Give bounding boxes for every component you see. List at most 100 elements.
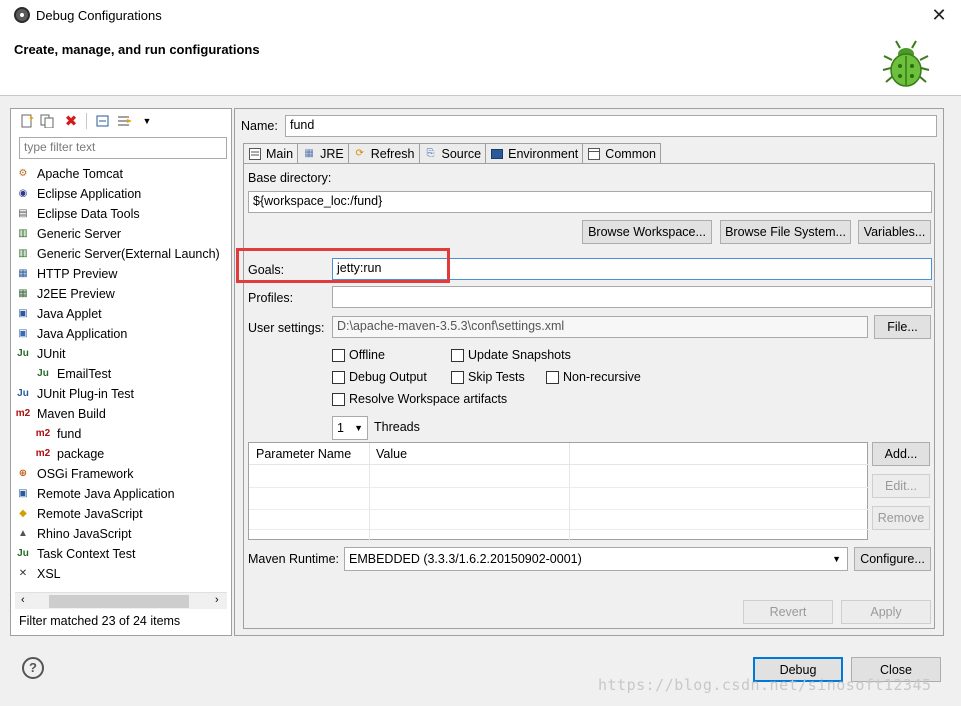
duplicate-icon[interactable] — [39, 113, 55, 129]
offline-box[interactable] — [332, 348, 345, 362]
offline-label: Offline — [349, 348, 385, 362]
watermark: https://blog.csdn.net/sinosoft12345 — [598, 676, 932, 694]
horizontal-scrollbar[interactable]: ‹ › — [15, 592, 227, 609]
tomcat-icon: ⚙ — [18, 168, 28, 179]
tab-environment[interactable]: Environment — [485, 143, 584, 163]
osgi-icon: ⊕ — [18, 468, 28, 479]
tree-item[interactable]: Ju Task Context Test — [15, 544, 229, 564]
debug-output-box[interactable] — [332, 370, 345, 384]
maven-runtime-select[interactable]: EMBEDDED (3.3.3/1.6.2.20150902-0001) ▼ — [344, 547, 848, 571]
close-window-button[interactable]: ✕ — [928, 4, 950, 26]
offline-checkbox[interactable]: Offline — [332, 348, 385, 362]
tree-item-label: OSGi Framework — [37, 467, 134, 481]
revert-button[interactable]: Revert — [743, 600, 833, 624]
tab-main[interactable]: Main — [243, 143, 299, 164]
new-config-icon[interactable]: ✦ — [19, 113, 35, 129]
jre-icon: ▦ — [304, 148, 314, 159]
threads-select[interactable]: 1 ▼ — [332, 416, 368, 440]
maven-runtime-label: Maven Runtime: — [248, 552, 340, 566]
tab-main-label: Main — [266, 147, 294, 161]
tree-item[interactable]: Ju JUnit Plug-in Test — [15, 384, 229, 404]
remove-parameter-button[interactable]: Remove — [872, 506, 930, 530]
tree-item[interactable]: ▤ Eclipse Data Tools — [15, 204, 229, 224]
common-icon — [587, 147, 601, 161]
scroll-left-icon[interactable]: ‹ — [21, 594, 25, 606]
tree-item[interactable]: ▲ Rhino JavaScript — [15, 524, 229, 544]
tree-item-label: XSL — [37, 567, 61, 581]
update-snapshots-box[interactable] — [451, 348, 464, 362]
base-directory-label: Base directory: — [248, 171, 332, 185]
tab-bar: Main ▦ JRE ⟳ Refresh ⎘ Source Environmen… — [243, 143, 662, 164]
skip-tests-checkbox[interactable]: Skip Tests — [451, 370, 525, 384]
help-icon[interactable]: ? — [22, 657, 44, 679]
browse-workspace-button[interactable]: Browse Workspace... — [582, 220, 712, 244]
file-button[interactable]: File... — [874, 315, 931, 339]
tab-source[interactable]: ⎘ Source — [418, 143, 487, 163]
non-recursive-box[interactable] — [546, 370, 559, 384]
resolve-workspace-checkbox[interactable]: Resolve Workspace artifacts — [332, 392, 507, 406]
non-recursive-checkbox[interactable]: Non-recursive — [546, 370, 641, 384]
base-directory-input[interactable]: ${workspace_loc:/fund} — [248, 191, 932, 213]
tree-item[interactable]: ▣ Java Applet — [15, 304, 229, 324]
parameter-name-header[interactable]: Parameter Name — [256, 447, 351, 461]
browse-file-system-button[interactable]: Browse File System... — [720, 220, 851, 244]
tree-item[interactable]: ▣ Java Application — [15, 324, 229, 344]
update-snapshots-checkbox[interactable]: Update Snapshots — [451, 348, 571, 362]
tree-item[interactable]: Ju EmailTest — [15, 364, 229, 384]
variables-button[interactable]: Variables... — [858, 220, 931, 244]
tree-item-label: EmailTest — [57, 367, 112, 381]
tree-item[interactable]: Ju JUnit — [15, 344, 229, 364]
profiles-label: Profiles: — [248, 291, 294, 305]
tree-item[interactable]: ▥ Generic Server(External Launch) — [15, 244, 229, 264]
configure-button[interactable]: Configure... — [854, 547, 931, 571]
tab-jre[interactable]: ▦ JRE — [297, 143, 349, 163]
name-input[interactable]: fund — [285, 115, 937, 137]
add-parameter-button[interactable]: Add... — [872, 442, 930, 466]
scroll-right-icon[interactable]: › — [215, 594, 219, 606]
tree-item[interactable]: ▦ J2EE Preview — [15, 284, 229, 304]
tree-item[interactable]: m2 Maven Build — [15, 404, 229, 424]
junit-plugin-icon: Ju — [17, 388, 29, 399]
dialog-header: Create, manage, and run configurations — [0, 32, 961, 96]
skip-tests-box[interactable] — [451, 370, 464, 384]
filter-icon[interactable] — [117, 113, 133, 129]
tree-item-label: fund — [57, 427, 82, 441]
rhino-icon: ▲ — [18, 528, 28, 539]
chevron-down-icon: ▼ — [354, 423, 363, 433]
j2ee-icon: ▦ — [18, 288, 28, 299]
tree-item[interactable]: ◉ Eclipse Application — [15, 184, 229, 204]
tab-common[interactable]: Common — [582, 143, 662, 163]
collapse-all-icon[interactable] — [95, 113, 111, 129]
user-settings-input[interactable]: D:\apache-maven-3.5.3\conf\settings.xml — [332, 316, 868, 338]
tree-item[interactable]: ▥ Generic Server — [15, 224, 229, 244]
edit-parameter-button[interactable]: Edit... — [872, 474, 930, 498]
tree-item-label: Java Applet — [37, 307, 102, 321]
threads-value: 1 — [337, 421, 344, 435]
tree-item[interactable]: ⚙ Apache Tomcat — [15, 164, 229, 184]
tree-item[interactable]: ◆ Remote JavaScript — [15, 504, 229, 524]
dropdown-arrow-icon[interactable]: ▼ — [139, 113, 155, 129]
remote-java-icon: ▣ — [18, 488, 28, 499]
tree-item[interactable]: ▦ HTTP Preview — [15, 264, 229, 284]
apply-button[interactable]: Apply — [841, 600, 931, 624]
java-app-icon: ▣ — [18, 328, 28, 339]
profiles-input[interactable] — [332, 286, 932, 308]
tab-refresh[interactable]: ⟳ Refresh — [347, 143, 420, 163]
tree-item[interactable]: ✕ XSL — [15, 564, 229, 584]
tree-item[interactable]: m2 fund — [15, 424, 229, 444]
filter-input[interactable]: type filter text — [19, 137, 227, 159]
tree-item[interactable]: ⊕ OSGi Framework — [15, 464, 229, 484]
column-divider — [369, 443, 370, 541]
scroll-thumb[interactable] — [49, 595, 189, 608]
debug-output-checkbox[interactable]: Debug Output — [332, 370, 427, 384]
resolve-workspace-box[interactable] — [332, 392, 345, 406]
row-divider — [249, 529, 869, 530]
value-header[interactable]: Value — [376, 447, 407, 461]
tree-item[interactable]: ▣ Remote Java Application — [15, 484, 229, 504]
parameters-table[interactable]: Parameter Name Value — [248, 442, 869, 541]
tree-item-label: Generic Server — [37, 227, 122, 241]
tree-item[interactable]: m2 package — [15, 444, 229, 464]
delete-icon[interactable]: ✖ — [63, 113, 79, 130]
eclipse-icon: ◉ — [18, 188, 28, 199]
column-divider — [569, 443, 570, 541]
